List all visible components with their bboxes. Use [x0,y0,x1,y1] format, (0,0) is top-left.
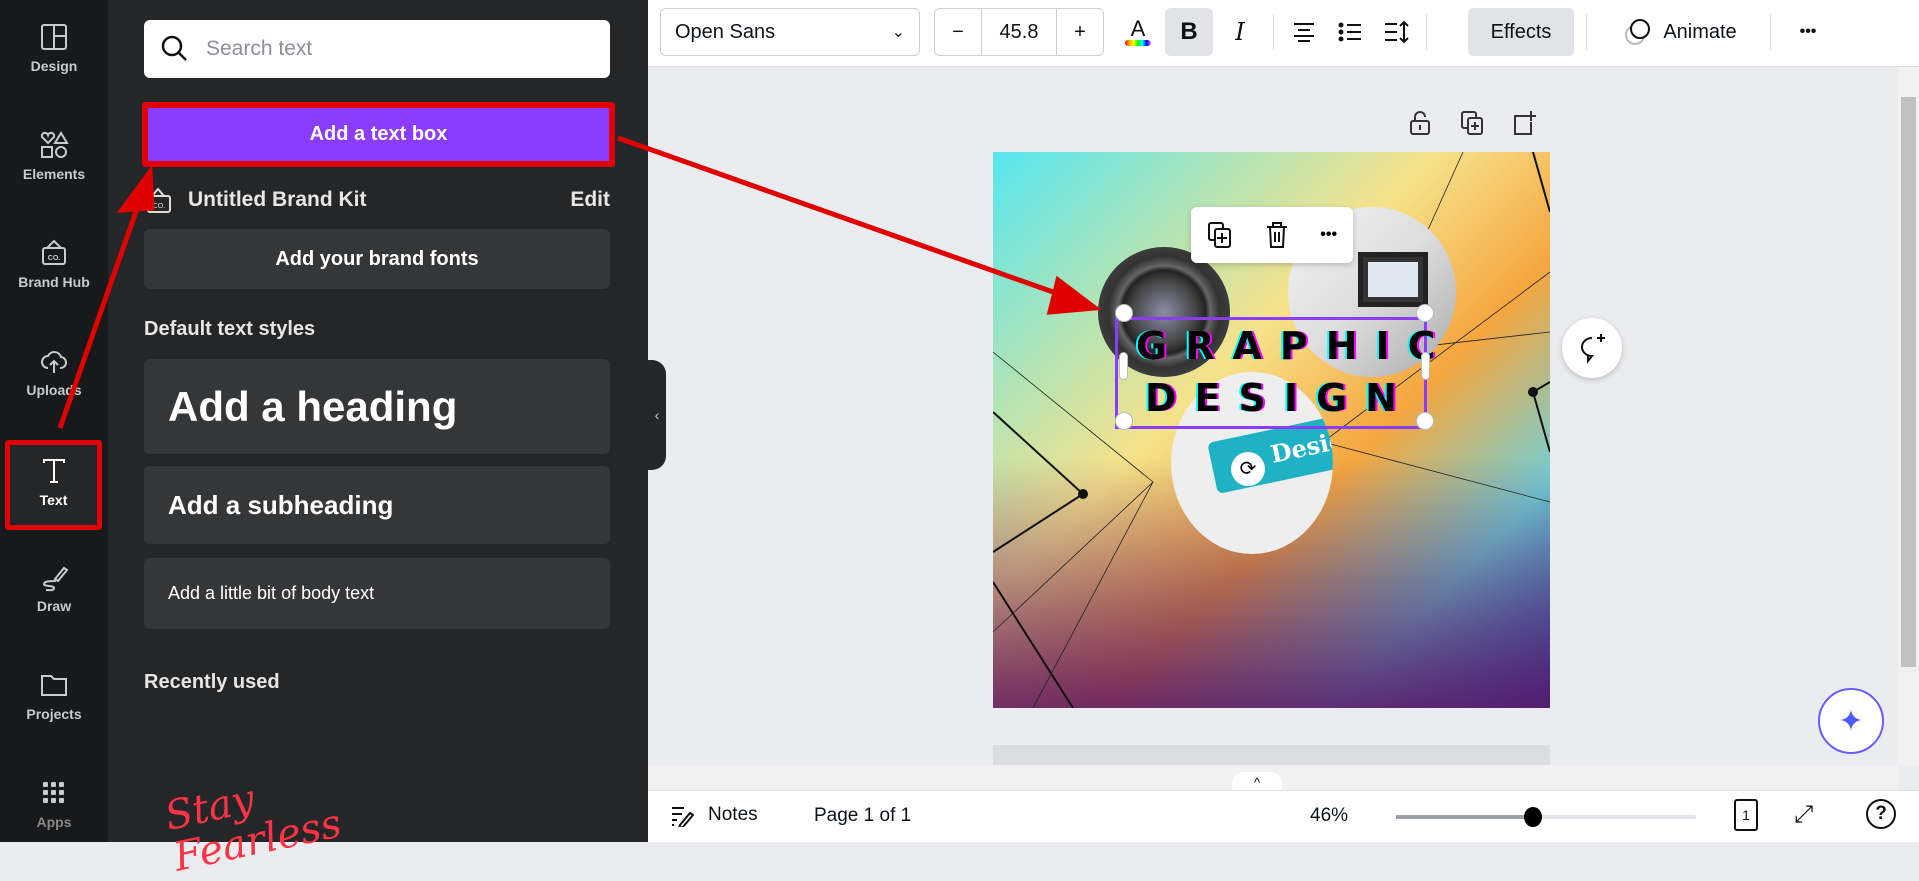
shapes-icon [40,131,69,158]
list-button[interactable] [1330,8,1370,56]
increase-size-button[interactable]: + [1057,21,1103,44]
replace-image-icon[interactable]: ⟳ [1231,452,1265,486]
text-icon [42,459,65,483]
add-subheading-button[interactable]: Add a subheading [144,466,610,544]
brand-icon: CO. [42,239,66,265]
recent-font-preview[interactable]: Stay Fearless [161,755,374,881]
search-input[interactable]: Search text [144,20,610,78]
unlock-icon[interactable] [1408,110,1432,136]
svg-text:CO.: CO. [153,203,166,210]
more-icon[interactable]: ••• [1320,226,1337,244]
notes-button[interactable]: Notes [670,803,758,827]
align-center-button[interactable] [1284,8,1324,56]
duplicate-icon[interactable] [1207,221,1233,249]
edit-brand-kit-link[interactable]: Edit [570,188,610,212]
text-color-icon: A [1130,16,1146,41]
page-indicator[interactable]: Page 1 of 1 [814,805,911,827]
toolbar: Open Sans ⌄ − 45.8 + A B I Effects Animat… [648,0,1919,67]
resize-handle[interactable] [1115,412,1133,430]
animate-icon [1625,19,1651,45]
font-size-stepper: − 45.8 + [934,8,1104,56]
sparkle-icon: ✦ [1838,704,1864,738]
comment-add-icon [1581,334,1605,364]
animate-button[interactable]: Animate [1610,8,1750,56]
more-options-button[interactable]: ••• [1788,8,1828,56]
text-panel: Search text Add a text box CO. Untitled … [108,0,648,881]
help-button[interactable]: ? [1866,799,1896,829]
element-context-menu: ••• [1191,207,1353,263]
decrease-size-button[interactable]: − [935,21,981,44]
footer-bar: Notes Page 1 of 1 46% 1 ⤢ ? [648,790,1919,842]
rail-item-text[interactable]: Text [5,440,102,530]
apps-grid-icon [43,782,64,803]
collapse-panel-button[interactable]: ‹ [648,360,666,470]
line-spacing-icon [1385,20,1409,44]
font-size-input[interactable]: 45.8 [981,9,1057,55]
chevron-left-icon: ‹ [654,407,660,423]
align-center-icon [1294,23,1314,42]
zoom-level[interactable]: 46% [1310,805,1348,827]
add-text-box-button[interactable]: Add a text box [142,102,615,167]
rail-item-elements[interactable]: Elements [0,130,108,182]
svg-text:CO.: CO. [48,255,61,262]
side-handle[interactable] [1119,352,1128,380]
effects-button[interactable]: Effects [1468,8,1574,56]
text-line-design: DESIGN [1144,376,1415,420]
resize-handle[interactable] [1115,304,1133,322]
text-color-button[interactable]: A [1118,8,1158,56]
left-rail: Design Elements CO. Brand Hub Uploads Tex… [0,0,108,842]
selected-text-box[interactable]: GRAPHIC DESIGN [1115,317,1454,429]
layout-icon [41,24,67,50]
search-icon [161,35,187,61]
add-heading-button[interactable]: Add a heading [144,359,610,454]
duplicate-page-icon[interactable] [1460,110,1484,136]
rail-item-brand-hub[interactable]: CO. Brand Hub [0,238,108,290]
rail-item-design[interactable]: Design [0,22,108,74]
text-line-graphic: GRAPHIC [1136,324,1454,368]
resize-handle[interactable] [1416,304,1434,322]
rail-item-draw[interactable]: Draw [0,562,108,614]
rail-item-projects[interactable]: Projects [0,670,108,722]
add-brand-fonts-button[interactable]: Add your brand fonts [144,229,610,289]
add-page-icon[interactable] [1512,110,1536,136]
vertical-scrollbar[interactable] [1898,67,1919,765]
rail-item-apps[interactable]: Apps [0,778,108,830]
resize-handle[interactable] [1416,412,1434,430]
bold-button[interactable]: B [1165,8,1213,56]
add-comment-button[interactable] [1562,318,1622,378]
bullet-list-icon [1338,22,1361,42]
zoom-slider[interactable] [1396,807,1696,827]
fullscreen-icon[interactable]: ⤢ [1794,801,1813,829]
brand-icon: CO. [147,187,171,213]
add-body-text-button[interactable]: Add a little bit of body text [144,558,610,629]
default-styles-heading: Default text styles [144,318,316,340]
show-pages-button[interactable]: ^ [1232,772,1282,792]
folder-icon [41,675,67,696]
font-select[interactable]: Open Sans ⌄ [660,8,920,56]
chevron-up-icon: ^ [1253,775,1261,790]
rail-item-uploads[interactable]: Uploads [0,346,108,398]
upload-cloud-icon [41,351,67,373]
side-handle[interactable] [1421,352,1430,380]
design-canvas-page[interactable]: Design ⟳ GRAPHIC DESIGN ••• [993,152,1550,708]
chevron-down-icon: ⌄ [891,24,905,41]
spacing-button[interactable] [1376,8,1416,56]
italic-button[interactable]: I [1220,8,1260,56]
draw-icon [42,566,69,592]
page-actions [1408,110,1536,136]
trash-icon[interactable] [1265,221,1289,249]
page-grid-button[interactable]: 1 [1734,799,1758,831]
notes-icon [672,807,694,827]
recently-used-heading: Recently used [144,671,280,693]
magic-assistant-button[interactable]: ✦ [1818,688,1884,754]
next-page-preview[interactable] [993,745,1550,765]
zoom-slider-thumb[interactable] [1524,807,1542,827]
brand-kit-row: CO. Untitled Brand Kit Edit [146,185,610,215]
